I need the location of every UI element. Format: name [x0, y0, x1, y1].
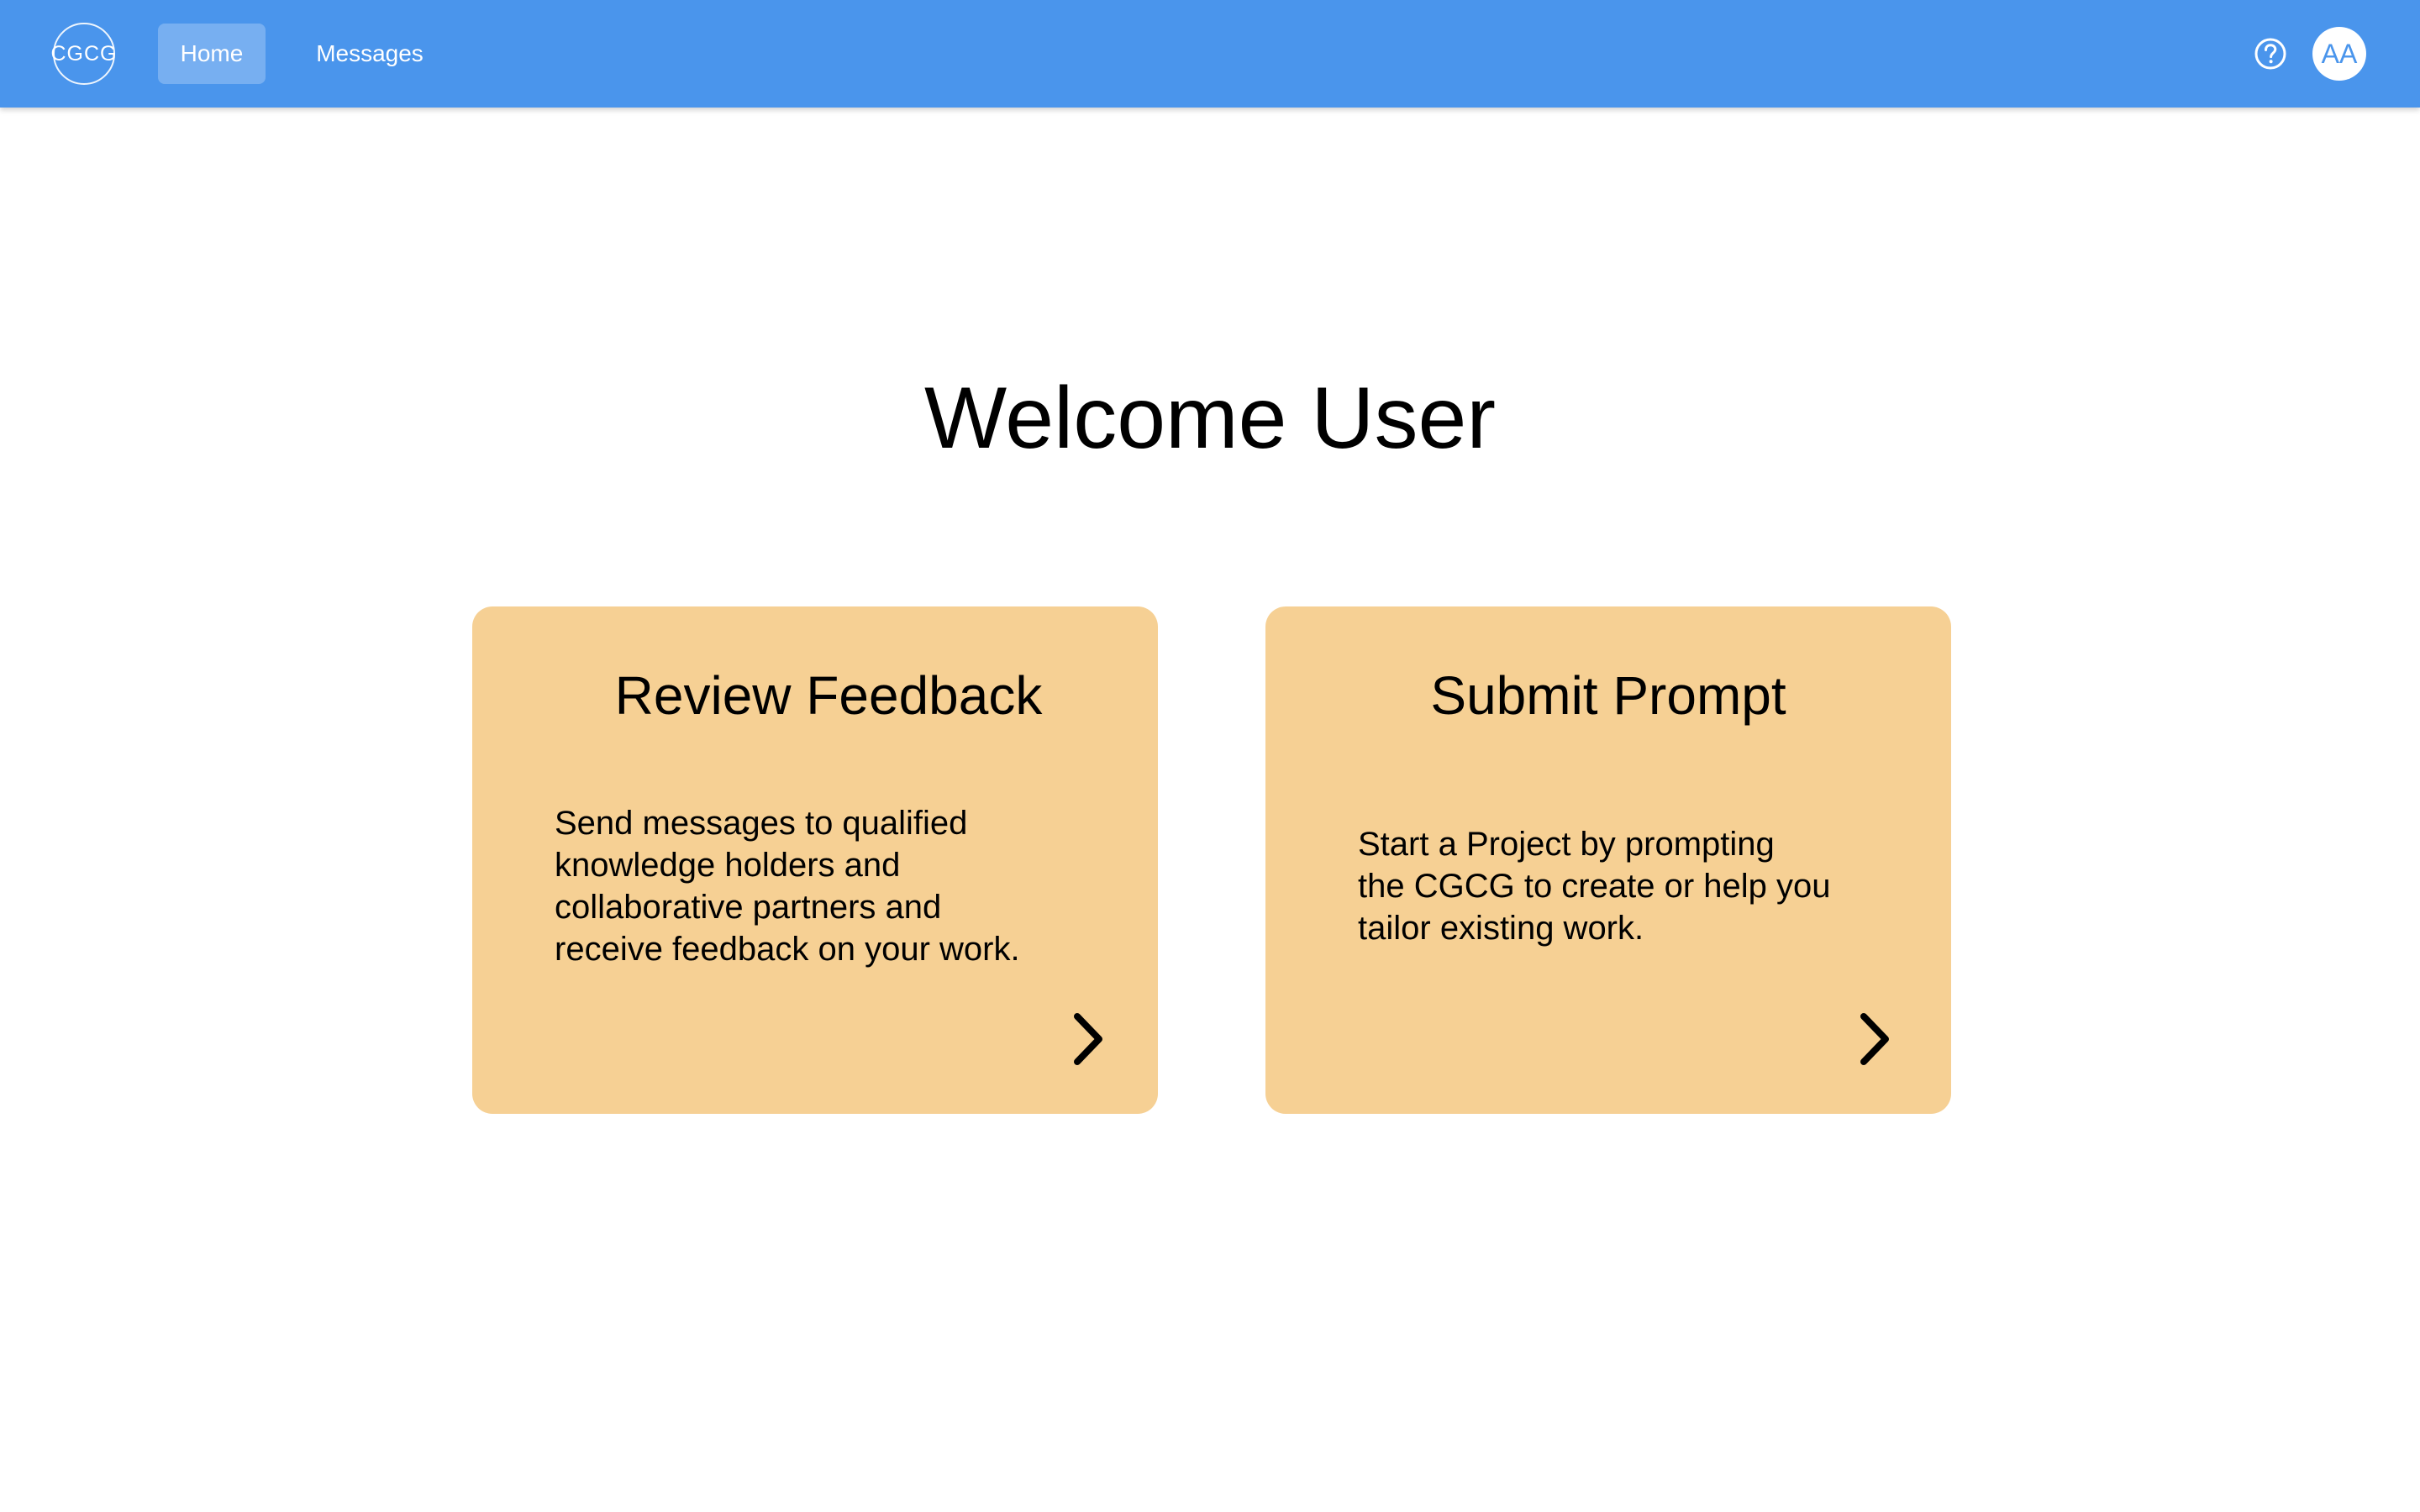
submit-prompt-title: Submit Prompt — [1430, 665, 1786, 726]
chevron-right-icon[interactable] — [1852, 1010, 1899, 1068]
review-feedback-card[interactable]: Review Feedback Send messages to qualifi… — [472, 606, 1158, 1114]
review-feedback-title: Review Feedback — [614, 665, 1043, 726]
avatar-initials: AA — [2321, 38, 2358, 69]
chevron-right-icon[interactable] — [1065, 1010, 1113, 1068]
logo-text: CGCG — [50, 41, 118, 66]
question-circle-icon[interactable] — [2254, 37, 2287, 71]
top-navbar: CGCG Home Messages AA — [0, 0, 2420, 108]
nav-messages-link[interactable]: Messages — [299, 24, 440, 84]
page-title: Welcome User — [923, 370, 1496, 467]
nav-home-label: Home — [180, 40, 244, 66]
submit-prompt-description: Start a Project by prompting the CGCG to… — [1358, 826, 1831, 947]
user-avatar[interactable]: AA — [2312, 27, 2366, 81]
submit-prompt-card[interactable]: Submit Prompt Start a Project by prompti… — [1265, 606, 1951, 1114]
nav-home-link[interactable]: Home — [158, 24, 266, 84]
review-feedback-description: Send messages to qualified knowledge hol… — [555, 805, 1020, 968]
cgcg-logo[interactable]: CGCG — [50, 23, 118, 85]
nav-messages-label: Messages — [316, 40, 424, 66]
